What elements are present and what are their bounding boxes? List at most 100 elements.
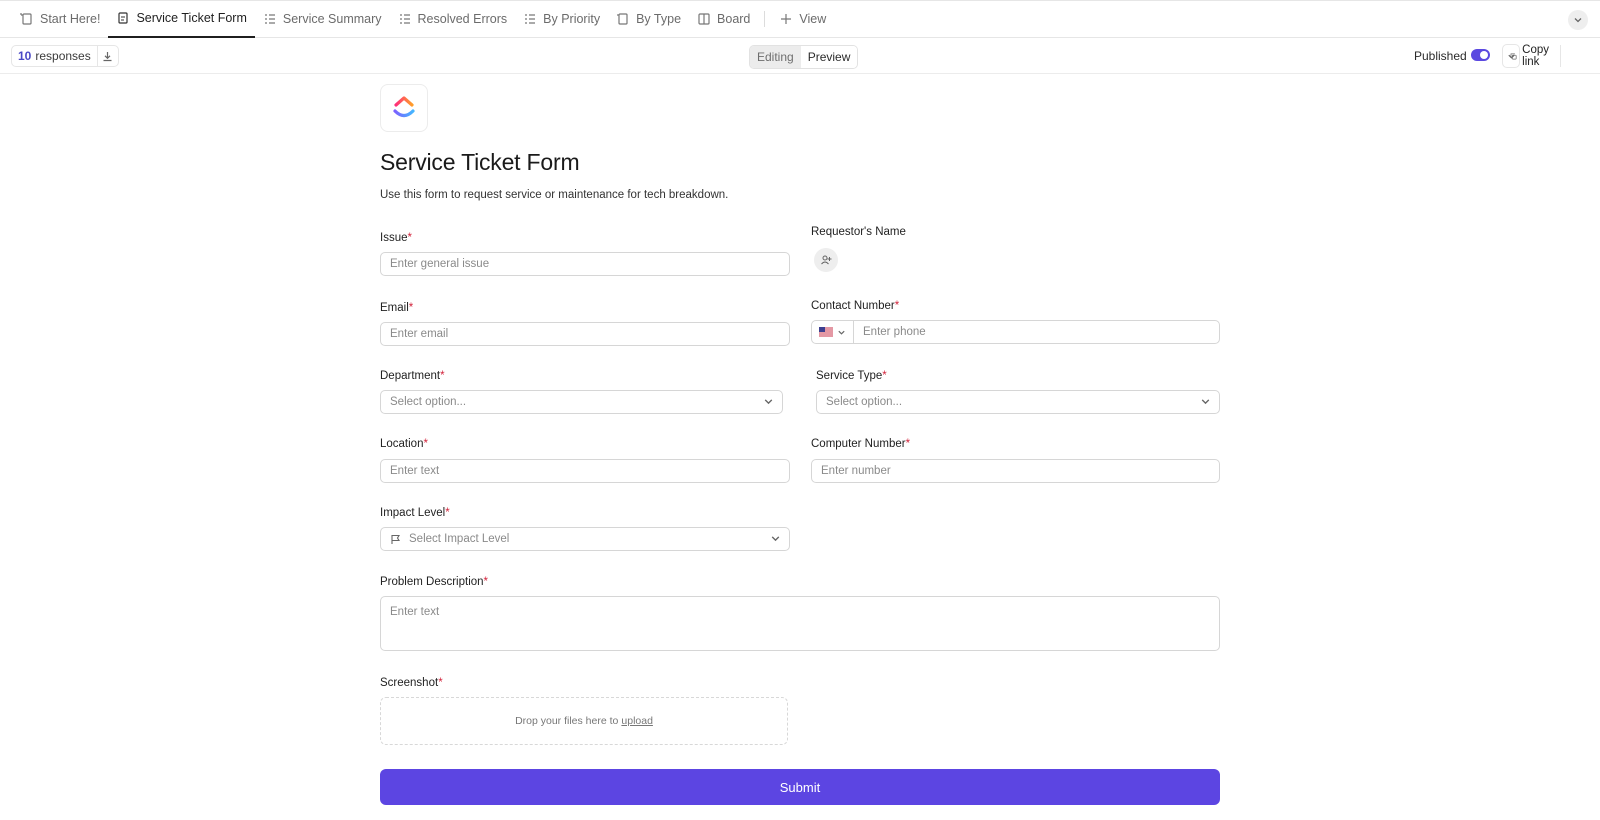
editing-mode-button[interactable]: Editing [750, 46, 801, 68]
responses-number: 10 [18, 49, 32, 63]
copy-icon [1510, 53, 1517, 59]
required-mark: * [407, 232, 412, 244]
issue-placeholder: Enter general issue [390, 258, 490, 270]
tab-label: Resolved Errors [417, 12, 508, 26]
contact-number-input[interactable]: Enter phone [811, 320, 1220, 344]
service-type-label: Service Type* [816, 370, 887, 382]
computer-number-input[interactable]: Enter number [811, 459, 1220, 483]
email-label-text: Email [380, 302, 409, 314]
copy-link-group: Copy link [1502, 44, 1561, 68]
chevron-down-icon [838, 330, 845, 335]
required-mark: * [423, 438, 428, 450]
impact-level-label-text: Impact Level [380, 507, 446, 519]
required-mark: * [894, 300, 900, 312]
department-select[interactable]: Select option... [380, 390, 783, 414]
problem-description-label: Problem Description* [380, 576, 488, 588]
download-button[interactable] [98, 51, 118, 62]
tab-label: Board [717, 12, 751, 26]
clickup-logo-icon [393, 96, 415, 118]
email-placeholder: Enter email [390, 328, 449, 340]
requestor-label-text: Requestor's Name [811, 226, 906, 238]
problem-description-textarea[interactable]: Enter text [380, 596, 1220, 651]
published-toggle[interactable] [1471, 49, 1490, 61]
service-type-placeholder: Select option... [826, 396, 903, 408]
copy-link-button[interactable]: Copy link [1503, 44, 1561, 68]
add-person-button[interactable] [814, 248, 838, 272]
required-mark: * [440, 370, 445, 382]
collapse-button[interactable] [1568, 10, 1588, 30]
us-flag-icon [819, 327, 833, 337]
location-placeholder: Enter text [390, 465, 440, 477]
problem-description-label-text: Problem Description [380, 576, 484, 588]
required-mark: * [905, 438, 911, 450]
required-mark: * [483, 576, 489, 588]
tab-label: Service Ticket Form [136, 11, 247, 25]
tab-resolved-errors[interactable]: Resolved Errors [390, 1, 516, 38]
divider [764, 11, 766, 27]
list-icon [264, 14, 275, 24]
form-icon [118, 12, 129, 24]
computer-number-label: Computer Number* [811, 438, 910, 450]
location-input[interactable]: Enter text [380, 459, 790, 483]
contact-label: Contact Number* [811, 300, 899, 312]
form-toolbar: 10 responses Editing Preview Published C… [0, 38, 1600, 74]
department-placeholder: Select option... [390, 396, 467, 408]
flag-icon [391, 534, 400, 544]
list-icon [525, 14, 536, 24]
required-mark: * [408, 302, 414, 314]
doc-icon [617, 13, 628, 25]
tab-by-type[interactable]: By Type [608, 1, 689, 38]
department-label-text: Department [380, 370, 441, 382]
tab-board[interactable]: Board [689, 1, 758, 38]
chevron-down-icon [764, 399, 773, 405]
published-label: Published [1414, 49, 1467, 63]
tab-label: By Type [636, 12, 682, 26]
form-logo [380, 84, 428, 132]
add-view-button[interactable]: View [771, 1, 834, 38]
view-tab-bar: Start Here! Service Ticket Form Service … [0, 0, 1600, 38]
submit-button[interactable]: Submit [380, 769, 1220, 805]
tab-service-summary[interactable]: Service Summary [255, 1, 390, 38]
board-icon [698, 13, 710, 25]
location-label: Location* [380, 438, 428, 450]
file-dropzone[interactable]: Drop your files here to upload [380, 697, 788, 745]
impact-level-select[interactable]: Select Impact Level [380, 527, 790, 551]
computer-number-label-text: Computer Number [811, 438, 906, 450]
upload-link[interactable]: upload [621, 715, 653, 727]
issue-input[interactable]: Enter general issue [380, 252, 790, 276]
email-label: Email* [380, 302, 413, 314]
tab-service-ticket-form[interactable]: Service Ticket Form [108, 1, 255, 38]
chevron-down-icon [1574, 18, 1582, 23]
required-mark: * [882, 370, 887, 382]
preview-mode-button[interactable]: Preview [800, 46, 858, 68]
issue-label: Issue* [380, 232, 412, 244]
responses-counter[interactable]: 10 responses [11, 45, 119, 67]
chevron-down-icon [1201, 399, 1210, 405]
dropzone-text: Drop your files here to [515, 715, 619, 727]
required-mark: * [445, 507, 450, 519]
tab-start-here[interactable]: Start Here! [12, 1, 108, 38]
tab-label: By Priority [543, 12, 601, 26]
copy-link-label: Copy link [1522, 44, 1549, 68]
email-input[interactable]: Enter email [380, 322, 790, 346]
form-description: Use this form to request service or main… [380, 189, 729, 201]
add-person-icon [821, 255, 832, 265]
screenshot-label-text: Screenshot [380, 677, 439, 689]
location-label-text: Location [380, 438, 424, 450]
mode-switch: Editing Preview [749, 45, 859, 69]
requestor-label: Requestor's Name [811, 226, 906, 238]
issue-label-text: Issue [380, 232, 408, 244]
tab-by-priority[interactable]: By Priority [515, 1, 608, 38]
service-type-select[interactable]: Select option... [816, 390, 1220, 414]
impact-level-placeholder: Select Impact Level [409, 533, 510, 545]
impact-level-label: Impact Level* [380, 507, 450, 519]
tab-label: Service Summary [282, 12, 382, 26]
contact-placeholder: Enter phone [863, 326, 926, 338]
responses-label: responses [35, 49, 91, 63]
contact-label-text: Contact Number [811, 300, 895, 312]
tab-label: Start Here! [40, 12, 101, 26]
country-code-select[interactable] [812, 321, 854, 343]
responses-count[interactable]: 10 responses [12, 46, 98, 66]
download-icon [103, 51, 112, 61]
form-title: Service Ticket Form [380, 149, 580, 175]
